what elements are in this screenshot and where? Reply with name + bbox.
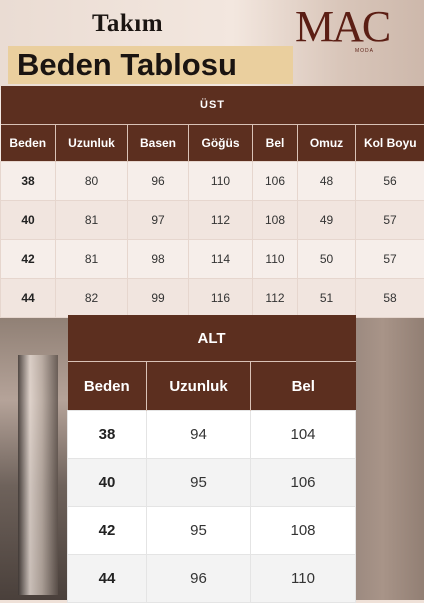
value-cell: 82 [56, 279, 128, 318]
value-cell: 49 [298, 201, 356, 240]
value-cell: 110 [189, 162, 253, 201]
size-cell: 44 [68, 555, 147, 603]
table-row: 38 94 104 [68, 411, 356, 459]
value-cell: 81 [56, 240, 128, 279]
table-row: 40 95 106 [68, 459, 356, 507]
size-cell: 40 [68, 459, 147, 507]
size-cell: 42 [1, 240, 56, 279]
value-cell: 80 [56, 162, 128, 201]
value-cell: 58 [356, 279, 424, 318]
table-row: 38 80 96 110 106 48 56 [1, 162, 424, 201]
alt-header-uzunluk: Uzunluk [147, 362, 251, 411]
ust-header-bel: Bel [253, 125, 298, 162]
value-cell: 98 [128, 240, 189, 279]
value-cell: 56 [356, 162, 424, 201]
ust-header-gogus: Göğüs [189, 125, 253, 162]
title-beden-tablosu: Beden Tablosu [17, 46, 237, 84]
alt-header-row: Beden Uzunluk Bel [68, 362, 356, 411]
value-cell: 108 [251, 507, 356, 555]
alt-size-table: ALT Beden Uzunluk Bel 38 94 104 40 95 10… [67, 315, 356, 603]
ust-size-table: ÜST Beden Uzunluk Basen Göğüs Bel Omuz K… [0, 86, 424, 318]
value-cell: 114 [189, 240, 253, 279]
size-cell: 44 [1, 279, 56, 318]
left-photo-strip [0, 315, 68, 600]
ust-header-kol-boyu: Kol Boyu [356, 125, 424, 162]
table-row: 44 82 99 116 112 51 58 [1, 279, 424, 318]
ust-header-beden: Beden [1, 125, 56, 162]
value-cell: 95 [147, 459, 251, 507]
title-takim: Takım [92, 10, 163, 38]
right-photo-strip [355, 315, 424, 600]
alt-section-title: ALT [68, 315, 356, 362]
brand-logo: MAC MODA [295, 2, 424, 54]
table-row: 42 95 108 [68, 507, 356, 555]
value-cell: 96 [128, 162, 189, 201]
value-cell: 108 [253, 201, 298, 240]
logo-subtext: MODA [355, 48, 374, 54]
value-cell: 96 [147, 555, 251, 603]
size-cell: 40 [1, 201, 56, 240]
value-cell: 97 [128, 201, 189, 240]
table-row: 44 96 110 [68, 555, 356, 603]
value-cell: 57 [356, 240, 424, 279]
value-cell: 99 [128, 279, 189, 318]
value-cell: 57 [356, 201, 424, 240]
size-cell: 38 [1, 162, 56, 201]
value-cell: 106 [253, 162, 298, 201]
ust-header-basen: Basen [128, 125, 189, 162]
alt-header-bel: Bel [251, 362, 356, 411]
value-cell: 94 [147, 411, 251, 459]
value-cell: 81 [56, 201, 128, 240]
size-cell: 38 [68, 411, 147, 459]
ust-section-title: ÜST [1, 86, 424, 125]
value-cell: 104 [251, 411, 356, 459]
value-cell: 112 [253, 279, 298, 318]
value-cell: 110 [253, 240, 298, 279]
value-cell: 48 [298, 162, 356, 201]
table-row: 42 81 98 114 110 50 57 [1, 240, 424, 279]
ust-header-row: Beden Uzunluk Basen Göğüs Bel Omuz Kol B… [1, 125, 424, 162]
value-cell: 95 [147, 507, 251, 555]
table-row: 40 81 97 112 108 49 57 [1, 201, 424, 240]
value-cell: 116 [189, 279, 253, 318]
logo-text: MAC [295, 2, 389, 52]
value-cell: 112 [189, 201, 253, 240]
ust-header-omuz: Omuz [298, 125, 356, 162]
ust-header-uzunluk: Uzunluk [56, 125, 128, 162]
value-cell: 51 [298, 279, 356, 318]
value-cell: 110 [251, 555, 356, 603]
fabric-fold [18, 355, 58, 595]
value-cell: 106 [251, 459, 356, 507]
alt-header-beden: Beden [68, 362, 147, 411]
value-cell: 50 [298, 240, 356, 279]
size-cell: 42 [68, 507, 147, 555]
